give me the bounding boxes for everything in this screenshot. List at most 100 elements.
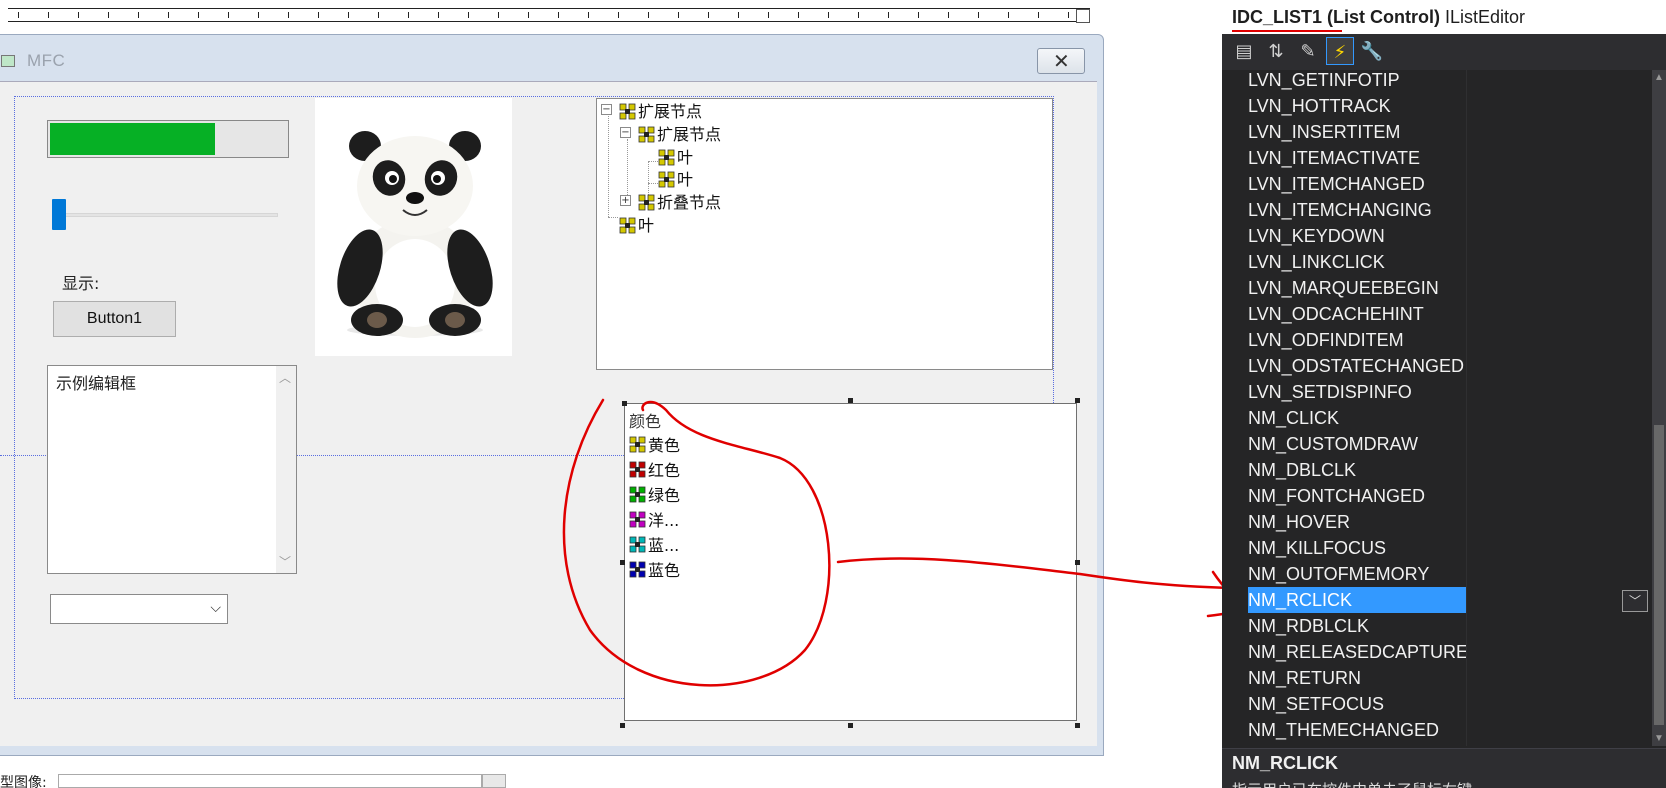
color-item-icon [629, 511, 646, 527]
list-item[interactable]: 蓝... [629, 532, 679, 556]
properties-scrollbar[interactable]: ▲ ▼ [1652, 70, 1666, 746]
resize-handle[interactable] [1075, 560, 1080, 565]
list-item-label: 绿色 [648, 486, 681, 505]
event-row[interactable]: NM_THEMECHANGED [1248, 717, 1466, 743]
event-row[interactable]: LVN_MARQUEEBEGIN [1248, 275, 1466, 301]
tree-item[interactable]: − 扩展节点 [601, 99, 702, 121]
event-row[interactable]: LVN_GETINFOTIP [1248, 70, 1466, 93]
event-row[interactable]: NM_CLICK [1248, 405, 1466, 431]
event-row[interactable]: NM_OUTOFMEMORY [1248, 561, 1466, 587]
tree-item[interactable]: − 扩展节点 [620, 122, 721, 144]
slider-thumb[interactable] [52, 199, 66, 230]
tree-item-label: 叶 [677, 148, 694, 167]
list-item[interactable]: 绿色 [629, 482, 680, 506]
red-underline [1232, 30, 1342, 32]
bottom-input-button[interactable] [482, 774, 506, 788]
bottom-input[interactable] [58, 774, 482, 788]
resize-handle[interactable] [848, 398, 853, 403]
scrollbar-thumb[interactable] [1654, 425, 1664, 725]
resize-handle[interactable] [622, 401, 627, 406]
ruler-tick [498, 12, 499, 18]
ruler-tick [918, 12, 919, 18]
event-row[interactable]: NM_CUSTOMDRAW [1248, 431, 1466, 457]
tree-item-label: 扩展节点 [638, 102, 703, 121]
resize-handle[interactable] [1075, 398, 1080, 403]
ruler-end-handle[interactable] [1076, 9, 1090, 23]
ruler-tick [978, 12, 979, 18]
event-row[interactable]: NM_SETFOCUS [1248, 691, 1466, 717]
expand-icon[interactable]: + [620, 195, 631, 206]
handler-dropdown-button[interactable]: ﹀ [1622, 590, 1648, 612]
scroll-down-icon[interactable]: ﹀ [279, 553, 291, 570]
tree-item[interactable]: 叶 [601, 213, 654, 235]
resize-handle[interactable] [620, 560, 625, 565]
node-icon [638, 194, 655, 210]
event-row[interactable]: NM_RELEASEDCAPTURE [1248, 639, 1466, 665]
scroll-up-icon[interactable]: ▲ [1654, 72, 1664, 83]
event-row[interactable]: LVN_KEYDOWN [1248, 223, 1466, 249]
event-row[interactable]: LVN_HOTTRACK [1248, 93, 1466, 119]
list-item[interactable]: 黄色 [629, 432, 680, 456]
event-row[interactable]: LVN_LINKCLICK [1248, 249, 1466, 275]
chevron-down-icon[interactable]: ⌵ [210, 599, 221, 616]
categorized-icon[interactable]: ▤ [1230, 37, 1258, 65]
events-icon[interactable]: ⚡ [1326, 37, 1354, 65]
resize-handle[interactable] [620, 723, 625, 728]
resize-handle[interactable] [1075, 723, 1080, 728]
list-item[interactable]: 洋... [629, 507, 679, 531]
list-item[interactable]: 蓝色 [629, 557, 680, 581]
list-item[interactable]: 红色 [629, 457, 680, 481]
event-row[interactable]: NM_DBLCLK [1248, 457, 1466, 483]
tree-item[interactable]: + 折叠节点 [620, 190, 721, 212]
ruler-tick [1068, 12, 1069, 18]
slider-track[interactable] [52, 213, 278, 217]
event-row[interactable]: LVN_ITEMACTIVATE [1248, 145, 1466, 171]
event-row[interactable]: LVN_INSERTITEM [1248, 119, 1466, 145]
resize-handle[interactable] [848, 723, 853, 728]
collapse-icon[interactable]: − [620, 127, 631, 138]
tree-connector [608, 116, 609, 217]
node-icon [638, 192, 657, 211]
list-control[interactable]: 颜色 黄色 红色绿色洋... 蓝... 蓝色 [624, 403, 1077, 721]
event-row[interactable]: LVN_ODSTATECHANGED [1248, 353, 1466, 379]
event-row[interactable]: NM_HOVER [1248, 509, 1466, 535]
event-row[interactable]: NM_KILLFOCUS [1248, 535, 1466, 561]
ruler-tick [618, 12, 619, 18]
properties-header: IDC_LIST1 (List Control) IListEditor [1222, 0, 1666, 34]
event-row[interactable]: NM_RDBLCLK [1248, 613, 1466, 639]
example-edit-box[interactable]: 示例编辑框 ︿ ﹀ [47, 365, 297, 574]
ruler-tick [78, 12, 79, 18]
tree-item[interactable]: 叶 [640, 145, 693, 167]
tree-item-label: 叶 [638, 216, 655, 235]
ruler-tick [228, 12, 229, 18]
close-button[interactable]: ✕ [1037, 48, 1085, 74]
tree-item[interactable]: 叶 [640, 167, 693, 189]
event-row[interactable]: LVN_ODFINDITEM [1248, 327, 1466, 353]
event-row[interactable]: LVN_SETDISPINFO [1248, 379, 1466, 405]
event-row[interactable]: LVN_ITEMCHANGING [1248, 197, 1466, 223]
bottom-label: 型图像: [0, 775, 47, 788]
properties-event-list[interactable]: LVN_GETINFOTIP LVN_HOTTRACK LVN_INSERTITEM… [1222, 70, 1652, 746]
leaf-icon [619, 215, 638, 234]
event-row[interactable]: NM_RETURN [1248, 665, 1466, 691]
collapse-icon[interactable]: − [601, 104, 612, 115]
scroll-up-icon[interactable]: ︿ [279, 369, 291, 386]
scroll-down-icon[interactable]: ▼ [1654, 733, 1664, 744]
event-row[interactable]: LVN_ODCACHEHINT [1248, 301, 1466, 327]
ruler-tick [528, 12, 529, 18]
combo-box[interactable]: ⌵ [50, 594, 228, 624]
properties-icon[interactable]: ✎ [1294, 37, 1322, 65]
overrides-icon[interactable]: 🔧 [1358, 37, 1386, 65]
list-column-header[interactable]: 颜色 [629, 408, 661, 432]
tree-control[interactable]: − 扩展节点 − 扩展节点 叶 叶 + 折叠节点 叶 [596, 98, 1053, 370]
display-label: 显示: [62, 274, 100, 293]
button1[interactable]: Button1 [53, 301, 176, 337]
event-row[interactable]: NM_RCLICK [1248, 587, 1466, 613]
picture-control [315, 98, 512, 356]
edit-box-scrollbar[interactable]: ︿ ﹀ [276, 366, 296, 573]
event-row[interactable]: LVN_ITEMCHANGED [1248, 171, 1466, 197]
leaf-icon [658, 171, 675, 187]
alphabetical-icon[interactable]: ⇅ [1262, 37, 1290, 65]
ruler-tick [1038, 12, 1039, 18]
event-row[interactable]: NM_FONTCHANGED [1248, 483, 1466, 509]
